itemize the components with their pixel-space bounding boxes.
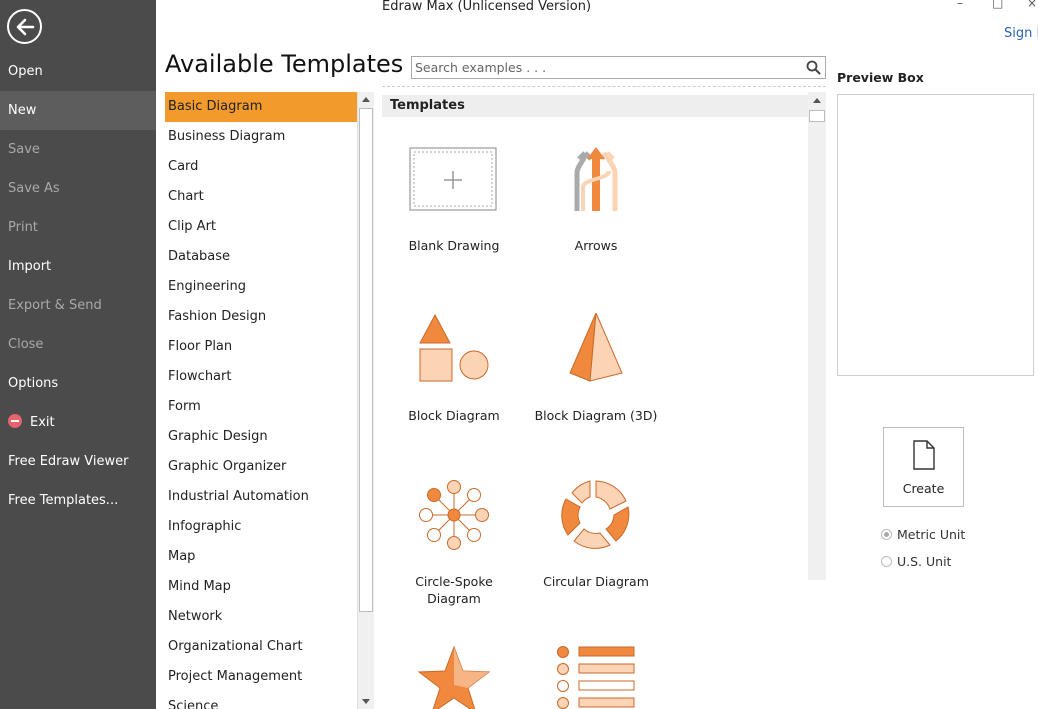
pyramid-icon (569, 313, 623, 382)
search-input[interactable] (412, 57, 792, 78)
template-circular-diagram[interactable]: Circular Diagram (525, 479, 667, 590)
category-item[interactable]: Business Diagram (165, 122, 357, 152)
minimize-button[interactable]: – (957, 0, 963, 10)
menu-print[interactable]: Print (0, 208, 156, 247)
create-button[interactable]: Create (883, 427, 964, 507)
circular-diagram-icon (561, 480, 630, 549)
template-label: Arrows (574, 238, 618, 253)
templates-header: Templates (382, 95, 808, 117)
category-item[interactable]: Clip Art (165, 212, 357, 242)
category-scrollbar[interactable] (357, 92, 374, 709)
circle-spoke-icon (419, 480, 489, 550)
category-list: Basic Diagram Business Diagram Card Char… (165, 92, 357, 709)
scroll-down-icon[interactable] (361, 698, 371, 705)
window-title: Edraw Max (Unlicensed Version) (382, 0, 592, 14)
metric-unit-option[interactable]: Metric Unit (881, 527, 965, 542)
category-item[interactable]: Organizational Chart (165, 632, 357, 662)
category-item[interactable]: Form (165, 392, 357, 422)
menu-save[interactable]: Save (0, 130, 156, 169)
scrollbar-thumb[interactable] (809, 110, 825, 122)
maximize-button[interactable]: □ (992, 0, 1003, 10)
templates-scrollbar[interactable] (808, 92, 826, 580)
create-label: Create (902, 481, 945, 496)
scroll-up-icon[interactable] (812, 97, 822, 104)
backstage-sidebar: Open New Save Save As Print Import Expor… (0, 0, 156, 709)
radio-button[interactable] (881, 529, 892, 540)
menu-export-send[interactable]: Export & Send (0, 286, 156, 325)
category-item[interactable]: Graphic Design (165, 422, 357, 452)
divider (382, 86, 826, 87)
star-icon (417, 645, 491, 709)
category-item[interactable]: Flowchart (165, 362, 357, 392)
category-item[interactable]: Industrial Automation (165, 482, 357, 512)
exit-icon (8, 414, 22, 428)
document-icon (913, 440, 935, 470)
category-item[interactable]: Chart (165, 182, 357, 212)
menu-import[interactable]: Import (0, 247, 156, 286)
back-arrow-icon[interactable] (7, 9, 42, 44)
menu-options[interactable]: Options (0, 364, 156, 403)
template-label: Block Diagram (3D) (534, 408, 658, 423)
sign-in-link[interactable]: Sign I (1004, 26, 1038, 41)
search-icon[interactable] (806, 60, 821, 79)
category-item[interactable]: Infographic (165, 512, 357, 542)
block-diagram-icon (419, 313, 489, 382)
menu-free-templates[interactable]: Free Templates... (0, 481, 156, 520)
category-item[interactable]: Project Management (165, 662, 357, 692)
template-label: Circle-Spoke Diagram (415, 574, 493, 606)
category-item[interactable]: Fashion Design (165, 302, 357, 332)
page-title: Available Templates (165, 50, 404, 78)
blank-drawing-icon (409, 147, 497, 211)
category-item[interactable]: Basic Diagram (165, 92, 357, 122)
close-button[interactable]: × (1027, 0, 1037, 10)
menu-open[interactable]: Open (0, 52, 156, 91)
category-item[interactable]: Graphic Organizer (165, 452, 357, 482)
category-item[interactable]: Card (165, 152, 357, 182)
radio-button[interactable] (881, 556, 892, 567)
arrows-icon (574, 147, 618, 211)
template-label: Blank Drawing (408, 238, 500, 253)
template-circle-spoke[interactable]: Circle-Spoke Diagram (383, 479, 525, 607)
menu-close[interactable]: Close (0, 325, 156, 364)
category-item[interactable]: Floor Plan (165, 332, 357, 362)
menu-new[interactable]: New (0, 91, 156, 130)
template-list[interactable] (525, 645, 667, 709)
category-item[interactable]: Science (165, 692, 357, 709)
us-unit-option[interactable]: U.S. Unit (881, 554, 951, 569)
category-item[interactable]: Engineering (165, 272, 357, 302)
template-label: Circular Diagram (543, 574, 649, 589)
templates-grid: Blank Drawing Arrows Block Diagram Block… (382, 117, 808, 709)
category-item[interactable]: Map (165, 542, 357, 572)
template-blank-drawing[interactable]: Blank Drawing (383, 147, 525, 254)
menu-save-as[interactable]: Save As (0, 169, 156, 208)
category-item[interactable]: Mind Map (165, 572, 357, 602)
template-block-diagram-3d[interactable]: Block Diagram (3D) (525, 313, 667, 424)
scrollbar-thumb[interactable] (359, 108, 373, 612)
list-icon (557, 646, 635, 709)
scroll-up-icon[interactable] (361, 96, 371, 103)
preview-title: Preview Box (837, 70, 924, 85)
template-block-diagram[interactable]: Block Diagram (383, 313, 525, 424)
category-item[interactable]: Database (165, 242, 357, 272)
template-star[interactable] (383, 645, 525, 709)
search-field[interactable] (411, 56, 826, 79)
category-item[interactable]: Network (165, 602, 357, 632)
menu-exit[interactable]: Exit (0, 403, 156, 442)
preview-box (837, 94, 1034, 376)
menu-free-edraw-viewer[interactable]: Free Edraw Viewer (0, 442, 156, 481)
template-label: Block Diagram (408, 408, 500, 423)
template-arrows[interactable]: Arrows (525, 147, 667, 254)
